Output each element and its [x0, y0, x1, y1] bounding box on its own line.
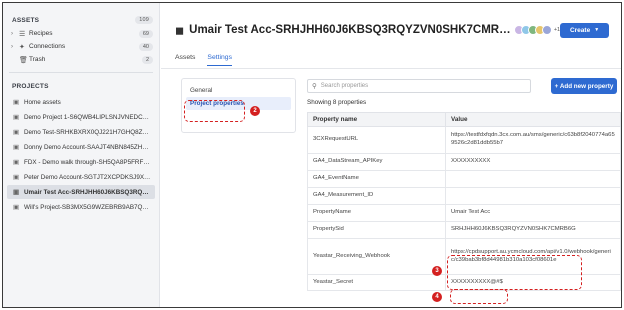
annotation-number: 4 — [432, 292, 442, 302]
avatar[interactable] — [541, 25, 552, 35]
chevron-right-icon: › — [11, 43, 13, 50]
table-row[interactable]: 3CXRequestURL https://testfdxfqdn.3cx.com… — [307, 126, 621, 154]
property-value-cell: https://testfdxfqdn.3cx.com.au/sms/gener… — [445, 126, 621, 154]
sidebar: ASSETS 109 › ☰ Recipes 69 › ✦ Connections 40 🗑 Tr… — [3, 3, 160, 307]
table-row[interactable]: GA4_EventName — [307, 170, 621, 188]
project-item[interactable]: ▣ Demo Project 1-S6QWB4LIPLSNJVNEDCEE… — [3, 110, 159, 124]
property-value-cell — [445, 187, 621, 205]
project-folder-icon: ◼ — [175, 24, 185, 37]
project-item[interactable]: ▣ Umair Test Acc-SRHJHH60J6KBSQ3RQYZ… — [7, 185, 155, 199]
sidebar-item-label: Recipes — [29, 30, 53, 37]
projects-header-label: PROJECTS — [12, 82, 49, 90]
chevron-down-icon: ▼ — [594, 27, 600, 33]
table-row[interactable]: PropertySid SRHJHH60J6KBSQ3RQYZVN0SHK7CMR… — [307, 221, 621, 239]
folder-icon: ▣ — [13, 144, 20, 151]
folder-icon: ▣ — [13, 114, 20, 121]
folder-icon: ▣ — [13, 99, 20, 106]
property-value-cell: Umair Test Acc — [445, 204, 621, 222]
project-label: Peter Demo Account-SGTJT2XCPDKSJ9XH… — [24, 173, 153, 181]
property-name-cell: Yeastar_Receiving_Webhook — [307, 238, 446, 275]
sidebar-divider — [9, 72, 153, 73]
app-window: ASSETS 109 › ☰ Recipes 69 › ✦ Connections 40 🗑 Tr… — [2, 2, 622, 308]
table-row[interactable]: GA4_DataStream_APIKey XXXXXXXXXX — [307, 153, 621, 171]
assets-header-label: ASSETS — [12, 16, 40, 24]
trash-icon: 🗑 — [19, 56, 28, 64]
sidebar-item-label: Trash — [29, 56, 46, 63]
property-name-cell: GA4_DataStream_APIKey — [307, 153, 446, 171]
sidebar-item-count: 40 — [138, 42, 153, 51]
project-item[interactable]: ▣ FDX - Demo walk through-SH5QA8P5FRF9… — [3, 155, 159, 169]
page-title: Umair Test Acc-SRHJHH60J6KBSQ3RQYZVN0SHK… — [189, 24, 510, 36]
project-item[interactable]: ▣ Home assets — [3, 95, 159, 109]
property-value-cell — [445, 170, 621, 188]
property-name-cell: Yeastar_Secret — [307, 274, 446, 291]
plug-icon: ✦ — [19, 43, 25, 51]
column-header-property-name: Property name — [307, 112, 446, 127]
create-button[interactable]: Create ▼ — [560, 22, 609, 38]
page-header: ◼ Umair Test Acc-SRHJHH60J6KBSQ3RQYZVN0S… — [175, 22, 609, 38]
project-label: Umair Test Acc-SRHJHH60J6KBSQ3RQYZ… — [24, 188, 149, 196]
project-label: Demo Test-SRHKBXRX0QJ221H7GHQ8ZC… — [24, 128, 153, 136]
folder-icon: ▣ — [13, 189, 20, 196]
search-icon: ⚲ — [312, 83, 317, 90]
sidebar-item-count: 2 — [141, 55, 153, 64]
project-label: Demo Project 1-S6QWB4LIPLSNJVNEDCEE… — [24, 113, 153, 121]
property-name-cell: GA4_Measurement_ID — [307, 187, 446, 205]
sidebar-item-label: Connections — [29, 43, 66, 50]
annotation-box-project-properties — [184, 100, 245, 122]
create-button-label: Create — [569, 26, 591, 34]
folder-icon: ▣ — [13, 129, 20, 136]
folder-icon: ▣ — [13, 174, 20, 181]
property-name-cell: GA4_EventName — [307, 170, 446, 188]
annotation-box-secret-value — [450, 289, 508, 304]
property-value-cell: SRHJHH60J6KBSQ3RQYZVN0SHK7CMRB6G — [445, 221, 621, 239]
sidebar-item-connections[interactable]: › ✦ Connections 40 — [3, 40, 159, 53]
search-placeholder: Search properties — [320, 83, 369, 89]
table-row[interactable]: GA4_Measurement_ID — [307, 187, 621, 205]
annotation-box-webhook-value — [447, 255, 582, 290]
assets-section-header[interactable]: ASSETS 109 — [3, 13, 159, 27]
sidebar-item-recipes[interactable]: › ☰ Recipes 69 — [3, 27, 159, 40]
chevron-right-icon: › — [11, 30, 13, 37]
annotation-number: 3 — [432, 266, 442, 276]
annotation-number: 2 — [250, 106, 260, 116]
project-label: FDX - Demo walk through-SH5QA8P5FRF9… — [24, 158, 153, 166]
folder-icon: ▣ — [13, 204, 20, 211]
project-item[interactable]: ▣ Demo Test-SRHKBXRX0QJ221H7GHQ8ZC… — [3, 125, 159, 139]
search-input[interactable]: ⚲ Search properties — [307, 79, 531, 93]
project-label: Home assets — [24, 98, 61, 106]
folder-icon: ▣ — [13, 159, 20, 166]
recipe-icon: ☰ — [19, 30, 26, 38]
tab-bar: Assets Settings — [175, 54, 232, 66]
tab-settings[interactable]: Settings — [207, 54, 232, 66]
sidebar-item-trash[interactable]: 🗑 Trash 2 — [3, 53, 159, 66]
project-item[interactable]: ▣ Will's Project-SB3MX5G9WZEBRB9AB7Q… — [3, 200, 159, 214]
table-row[interactable]: PropertyName Umair Test Acc — [307, 204, 621, 222]
property-value-cell: XXXXXXXXXX — [445, 153, 621, 171]
properties-count: Showing 8 properties — [307, 99, 367, 106]
project-item[interactable]: ▣ Donny Demo Account-SAAJT4NBN845ZH… — [3, 140, 159, 154]
property-name-cell: PropertyName — [307, 204, 446, 222]
tab-assets[interactable]: Assets — [175, 54, 195, 66]
project-item[interactable]: ▣ Peter Demo Account-SGTJT2XCPDKSJ9XH… — [3, 170, 159, 184]
assets-count-badge: 109 — [135, 16, 153, 24]
collaborator-avatars[interactable]: +1 — [513, 25, 560, 35]
property-name-cell: PropertySid — [307, 221, 446, 239]
projects-section-header: PROJECTS — [3, 79, 159, 93]
column-header-value: Value — [445, 112, 621, 127]
table-header-row: Property name Value — [307, 112, 621, 127]
add-new-property-button[interactable]: + Add new property — [551, 78, 617, 94]
sidebar-item-count: 69 — [138, 29, 153, 38]
settings-nav-general[interactable]: General — [186, 84, 291, 97]
project-label: Will's Project-SB3MX5G9WZEBRB9AB7Q… — [24, 203, 149, 211]
tab-divider — [161, 68, 621, 69]
property-name-cell: 3CXRequestURL — [307, 126, 446, 154]
project-label: Donny Demo Account-SAAJT4NBN845ZH… — [24, 143, 149, 151]
main-panel: ◼ Umair Test Acc-SRHJHH60J6KBSQ3RQYZVN0S… — [161, 3, 621, 307]
